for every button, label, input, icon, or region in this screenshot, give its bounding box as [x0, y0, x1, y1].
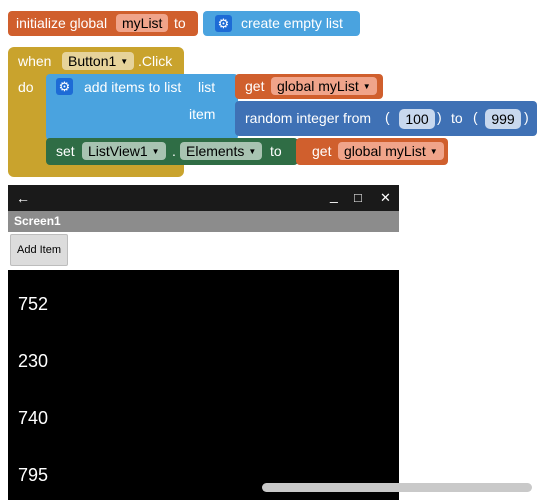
get-label: get: [245, 78, 265, 94]
init-prefix-label: initialize global: [16, 15, 108, 31]
screen-title: Screen1: [14, 214, 61, 228]
random-integer-label: random integer from: [245, 110, 372, 126]
set-label: set: [56, 143, 75, 159]
when-label: when: [18, 53, 52, 69]
add-items-to-list-block[interactable]: ⚙ add items to list list item: [46, 74, 238, 140]
gear-icon[interactable]: ⚙: [215, 15, 232, 32]
set-dot-label: .: [172, 143, 176, 159]
create-empty-list-label: create empty list: [241, 15, 343, 31]
back-arrow-icon[interactable]: ←: [16, 185, 30, 211]
initialize-global-block[interactable]: initialize global myList to: [8, 11, 198, 36]
create-empty-list-block[interactable]: ⚙ create empty list: [203, 11, 360, 36]
set-component-dropdown[interactable]: ListView1 ▼: [82, 142, 166, 160]
get-variable-dropdown[interactable]: global myList ▼: [271, 77, 377, 95]
app-preview-window: ← _ □ ✕ Screen1 Add Item 752 230 740 795: [8, 185, 399, 500]
set-component-label: ListView1: [88, 143, 148, 159]
screen-title-bar: Screen1: [8, 211, 399, 232]
get-global-mylist-block[interactable]: get global myList ▼: [235, 74, 383, 99]
set-to-label: to: [270, 143, 282, 159]
event-name-label: .Click: [138, 53, 173, 69]
list-item[interactable]: 740: [18, 408, 48, 429]
button-area: Add Item: [8, 232, 399, 270]
listview[interactable]: 752 230 740 795: [8, 270, 399, 500]
random-integer-block[interactable]: random integer from ( 100 ) to ( 999 ): [235, 101, 537, 136]
get-variable-dropdown[interactable]: global myList ▼: [338, 142, 444, 160]
from-socket-close: ): [437, 109, 442, 125]
list-item[interactable]: 752: [18, 294, 48, 315]
item-socket-label: item: [189, 106, 216, 122]
set-listview-elements-block[interactable]: set ListView1 ▼ . Elements ▼ to: [46, 138, 298, 165]
from-socket-open: (: [385, 109, 390, 125]
dropdown-arrow-icon: ▼: [362, 82, 371, 92]
do-label: do: [18, 79, 34, 95]
event-component-label: Button1: [68, 53, 117, 69]
gear-icon[interactable]: ⚙: [56, 78, 73, 95]
to-number-field[interactable]: 999: [485, 109, 521, 129]
maximize-icon[interactable]: □: [354, 185, 362, 211]
list-socket-label: list: [198, 79, 216, 95]
dropdown-arrow-icon: ▼: [120, 57, 129, 67]
set-property-dropdown[interactable]: Elements ▼: [180, 142, 263, 160]
horizontal-scrollbar[interactable]: [262, 483, 532, 492]
from-number-field[interactable]: 100: [399, 109, 435, 129]
list-item[interactable]: 795: [18, 465, 48, 486]
get-variable-label: global myList: [344, 143, 426, 159]
add-item-button[interactable]: Add Item: [10, 234, 68, 266]
dropdown-arrow-icon: ▼: [429, 147, 438, 157]
window-title-bar: ← _ □ ✕: [8, 185, 399, 211]
add-items-label: add items to list: [84, 79, 182, 95]
dropdown-arrow-icon: ▼: [151, 147, 160, 157]
set-property-label: Elements: [186, 143, 245, 159]
get-label: get: [312, 143, 332, 159]
close-icon[interactable]: ✕: [380, 185, 391, 211]
minimize-icon[interactable]: _: [330, 185, 338, 208]
global-var-name-field[interactable]: myList: [116, 14, 169, 32]
to-socket-close: ): [524, 109, 529, 125]
to-socket-open: (: [473, 109, 478, 125]
event-component-dropdown[interactable]: Button1 ▼: [62, 52, 135, 70]
list-item[interactable]: 230: [18, 351, 48, 372]
dropdown-arrow-icon: ▼: [248, 147, 257, 157]
get-variable-label: global myList: [277, 78, 359, 94]
random-to-label: to: [451, 110, 463, 126]
init-to-label: to: [174, 15, 186, 31]
get-global-mylist-block-2[interactable]: get global myList ▼: [296, 138, 448, 165]
